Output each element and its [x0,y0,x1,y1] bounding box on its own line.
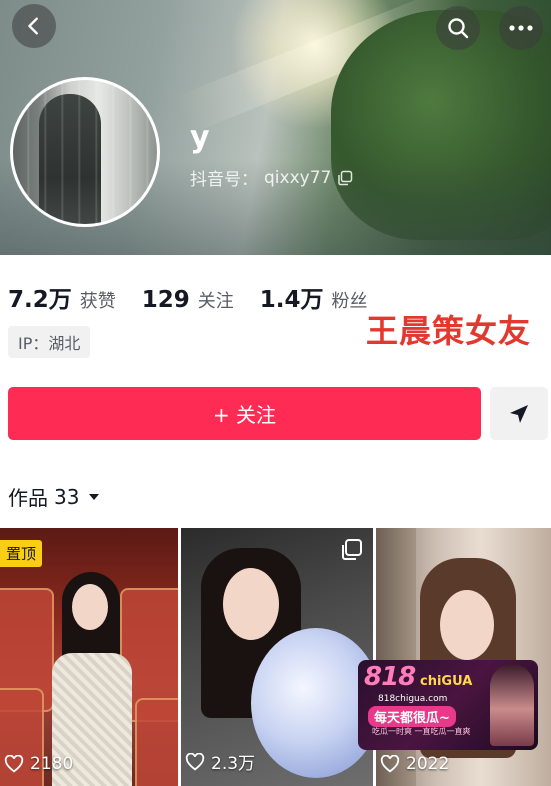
stat-likes-label: 获赞 [79,291,116,312]
watermark-subtext: 吃瓜一时爽 一直吃瓜一直爽 [372,727,471,736]
watermark-site: 818chigua.com [378,694,448,704]
search-icon [448,18,469,39]
caret-down-icon [89,493,100,500]
works-count: 33 [54,484,80,509]
message-button[interactable] [490,387,548,440]
douyin-id-value: qixxy77 [264,167,332,188]
works-label: 作品 [8,486,48,510]
stat-followers-label: 粉丝 [331,291,368,312]
douyin-id[interactable]: 抖音号： qixxy77 [190,165,353,190]
watermark-brand-suffix: chiGUA [420,674,473,689]
multi-image-icon [342,539,362,560]
overlay-caption: 王晨策女友 [366,312,532,350]
chevron-left-icon [28,17,38,35]
video-likes: 2022 [380,754,449,774]
watermark-brand: 818 [364,662,416,692]
stat-followers-value: 1.4万 [259,287,324,313]
pinned-badge: 置顶 [0,540,43,567]
stat-following[interactable]: 129 关注 [142,287,234,313]
heart-icon [4,755,24,773]
more-button[interactable] [499,6,543,50]
douyin-id-label: 抖音号： [190,170,258,190]
heart-icon [380,755,400,773]
video-likes-count: 2022 [406,754,450,774]
stat-following-value: 129 [141,287,190,313]
video-likes-count: 2.3万 [211,754,256,774]
stat-likes[interactable]: 7.2万 获赞 [8,280,116,314]
follow-button[interactable]: + 关注 [8,387,481,440]
send-icon [510,404,528,423]
search-button[interactable] [436,6,480,50]
stat-following-label: 关注 [197,291,234,312]
profile-stats: 7.2万 获赞 129 关注 1.4万 粉丝 [8,280,394,314]
stat-followers[interactable]: 1.4万 粉丝 [260,280,368,314]
watermark-ad: 818 chiGUA 818chigua.com 每天都很瓜~ 吃瓜一时爽 一直… [358,660,538,750]
watermark-slogan: 每天都很瓜~ [368,706,456,727]
avatar[interactable] [10,77,160,227]
video-thumbnail[interactable]: 置顶 2180 [0,528,178,786]
more-dots-icon [509,25,533,31]
video-thumbnail[interactable]: 2.3万 [181,528,373,786]
copy-icon[interactable] [337,170,353,186]
username: y [190,120,210,155]
stat-likes-value: 7.2万 [8,287,72,313]
video-likes-count: 2180 [30,754,74,774]
heart-icon [185,752,205,770]
works-tab[interactable]: 作品 33 [8,482,101,511]
video-likes: 2.3万 [185,749,255,774]
video-likes: 2180 [4,754,73,774]
back-button[interactable] [12,4,56,48]
ip-location-tag: IP：湖北 [8,326,91,358]
